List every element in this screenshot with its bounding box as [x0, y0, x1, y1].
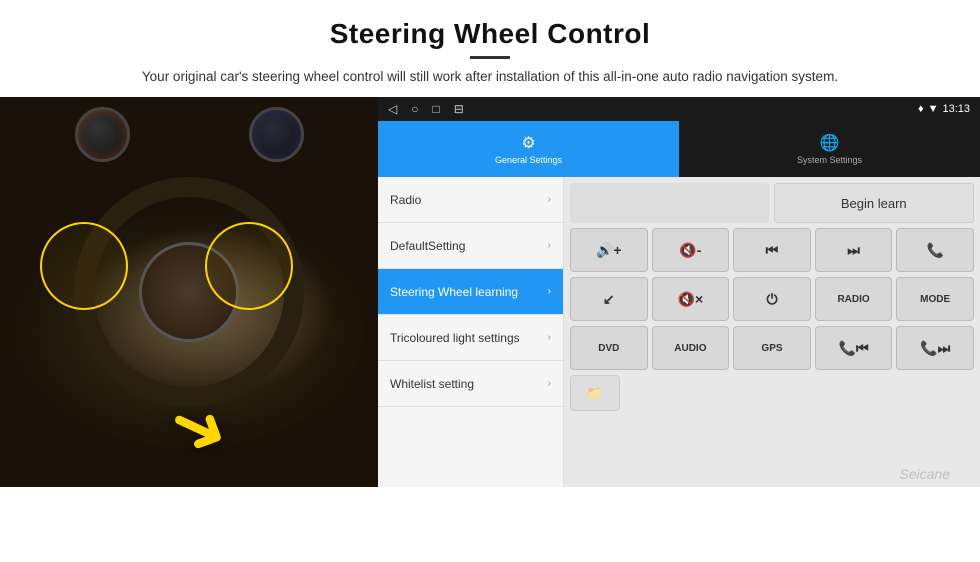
- mute-icon: 🔇×: [678, 291, 704, 308]
- dvd-label: DVD: [598, 343, 619, 354]
- clock: 13:13: [942, 103, 970, 115]
- menu-item-steering[interactable]: Steering Wheel learning ›: [378, 269, 563, 315]
- right-panel: Begin learn 🔊+ 🔇- ⏮ ⏭: [564, 177, 980, 487]
- tel-next-icon: 📞⏭: [920, 340, 950, 357]
- power-icon: ⏻: [766, 291, 777, 308]
- begin-learn-row: Begin learn: [570, 183, 974, 223]
- tab-system-label: System Settings: [797, 155, 862, 165]
- mode-label: MODE: [920, 294, 950, 305]
- vol-up-button[interactable]: 🔊+: [570, 228, 648, 272]
- phone-answer-button[interactable]: 📞: [896, 228, 974, 272]
- tab-general[interactable]: ⚙ General Settings: [378, 121, 679, 177]
- gps-label: GPS: [761, 343, 782, 354]
- next-track-icon: ⏭: [847, 242, 860, 259]
- next-track-button[interactable]: ⏭: [815, 228, 893, 272]
- prev-track-button[interactable]: ⏮: [733, 228, 811, 272]
- main-content: ➜ ◁ ○ □ ⊟ ♦ ▼ 13:13 ⚙ General Settings: [0, 97, 980, 487]
- tel-prev-icon: 📞⏮: [839, 340, 869, 357]
- menu-item-whitelist[interactable]: Whitelist setting ›: [378, 361, 563, 407]
- dashboard-top: [0, 102, 378, 167]
- power-button[interactable]: ⏻: [733, 277, 811, 321]
- chevron-whitelist-icon: ›: [548, 378, 551, 389]
- control-row-3: DVD AUDIO GPS 📞⏮ 📞⏭: [570, 326, 974, 370]
- tel-prev-button[interactable]: 📞⏮: [815, 326, 893, 370]
- gps-status-icon: ♦: [918, 103, 924, 115]
- header-description: Your original car's steering wheel contr…: [60, 67, 920, 87]
- file-icon: 📁: [586, 385, 603, 402]
- chevron-default-icon: ›: [548, 240, 551, 251]
- hang-up-button[interactable]: ↙: [570, 277, 648, 321]
- recents-icon: □: [432, 102, 439, 116]
- tab-system[interactable]: 🌐 System Settings: [679, 121, 980, 177]
- empty-cell-1: [570, 183, 769, 223]
- page-title: Steering Wheel Control: [60, 18, 920, 50]
- menu-item-tricoloured[interactable]: Tricoloured light settings ›: [378, 315, 563, 361]
- menu-tricoloured-label: Tricoloured light settings: [390, 331, 548, 345]
- android-ui: ◁ ○ □ ⊟ ♦ ▼ 13:13 ⚙ General Settings 🌐 S…: [378, 97, 980, 487]
- mute-button[interactable]: 🔇×: [652, 277, 730, 321]
- title-divider: [470, 56, 510, 59]
- audio-label: AUDIO: [674, 343, 706, 354]
- watermark: Seicane: [899, 466, 950, 482]
- prev-track-icon: ⏮: [766, 242, 779, 259]
- begin-learn-button[interactable]: Begin learn: [774, 183, 975, 223]
- left-menu: Radio › DefaultSetting › Steering Wheel …: [378, 177, 564, 487]
- tab-bar: ⚙ General Settings 🌐 System Settings: [378, 121, 980, 177]
- menu-whitelist-label: Whitelist setting: [390, 377, 548, 391]
- car-image-section: ➜: [0, 97, 378, 487]
- status-right: ♦ ▼ 13:13: [918, 103, 970, 115]
- dvd-button[interactable]: DVD: [570, 326, 648, 370]
- menu-item-radio[interactable]: Radio ›: [378, 177, 563, 223]
- gauge-left: [75, 107, 130, 162]
- phone-icon: 📞: [926, 242, 943, 259]
- hang-up-icon: ↙: [603, 291, 615, 308]
- highlight-circle-right: [205, 222, 293, 310]
- vol-down-icon: 🔇-: [679, 242, 701, 259]
- car-photo: ➜: [0, 97, 378, 487]
- general-settings-icon: ⚙: [521, 133, 535, 153]
- chevron-tricoloured-icon: ›: [548, 332, 551, 343]
- radio-button[interactable]: RADIO: [815, 277, 893, 321]
- radio-label: RADIO: [837, 294, 869, 305]
- back-icon: ◁: [388, 102, 397, 116]
- file-button[interactable]: 📁: [570, 375, 620, 411]
- status-nav-icons: ◁ ○ □ ⊟: [388, 102, 464, 116]
- chevron-steering-icon: ›: [548, 286, 551, 297]
- menu-default-label: DefaultSetting: [390, 239, 548, 253]
- menu-icon: ⊟: [454, 102, 464, 116]
- content-area: Radio › DefaultSetting › Steering Wheel …: [378, 177, 980, 487]
- control-row-1: 🔊+ 🔇- ⏮ ⏭ 📞: [570, 228, 974, 272]
- control-row-2: ↙ 🔇× ⏻ RADIO MODE: [570, 277, 974, 321]
- tel-next-button[interactable]: 📞⏭: [896, 326, 974, 370]
- highlight-circle-left: [40, 222, 128, 310]
- chevron-radio-icon: ›: [548, 194, 551, 205]
- gauge-right: [249, 107, 304, 162]
- status-bar: ◁ ○ □ ⊟ ♦ ▼ 13:13: [378, 97, 980, 121]
- menu-item-default[interactable]: DefaultSetting ›: [378, 223, 563, 269]
- page-header: Steering Wheel Control Your original car…: [0, 0, 980, 97]
- control-row-4: 📁: [570, 375, 974, 411]
- tab-general-label: General Settings: [495, 155, 562, 165]
- vol-down-button[interactable]: 🔇-: [652, 228, 730, 272]
- home-icon: ○: [411, 102, 418, 116]
- vol-up-icon: 🔊+: [596, 242, 622, 259]
- signal-icon: ▼: [928, 103, 939, 115]
- gps-button[interactable]: GPS: [733, 326, 811, 370]
- menu-steering-label: Steering Wheel learning: [390, 285, 548, 299]
- mode-button[interactable]: MODE: [896, 277, 974, 321]
- menu-radio-label: Radio: [390, 193, 548, 207]
- system-settings-icon: 🌐: [820, 133, 840, 153]
- audio-button[interactable]: AUDIO: [652, 326, 730, 370]
